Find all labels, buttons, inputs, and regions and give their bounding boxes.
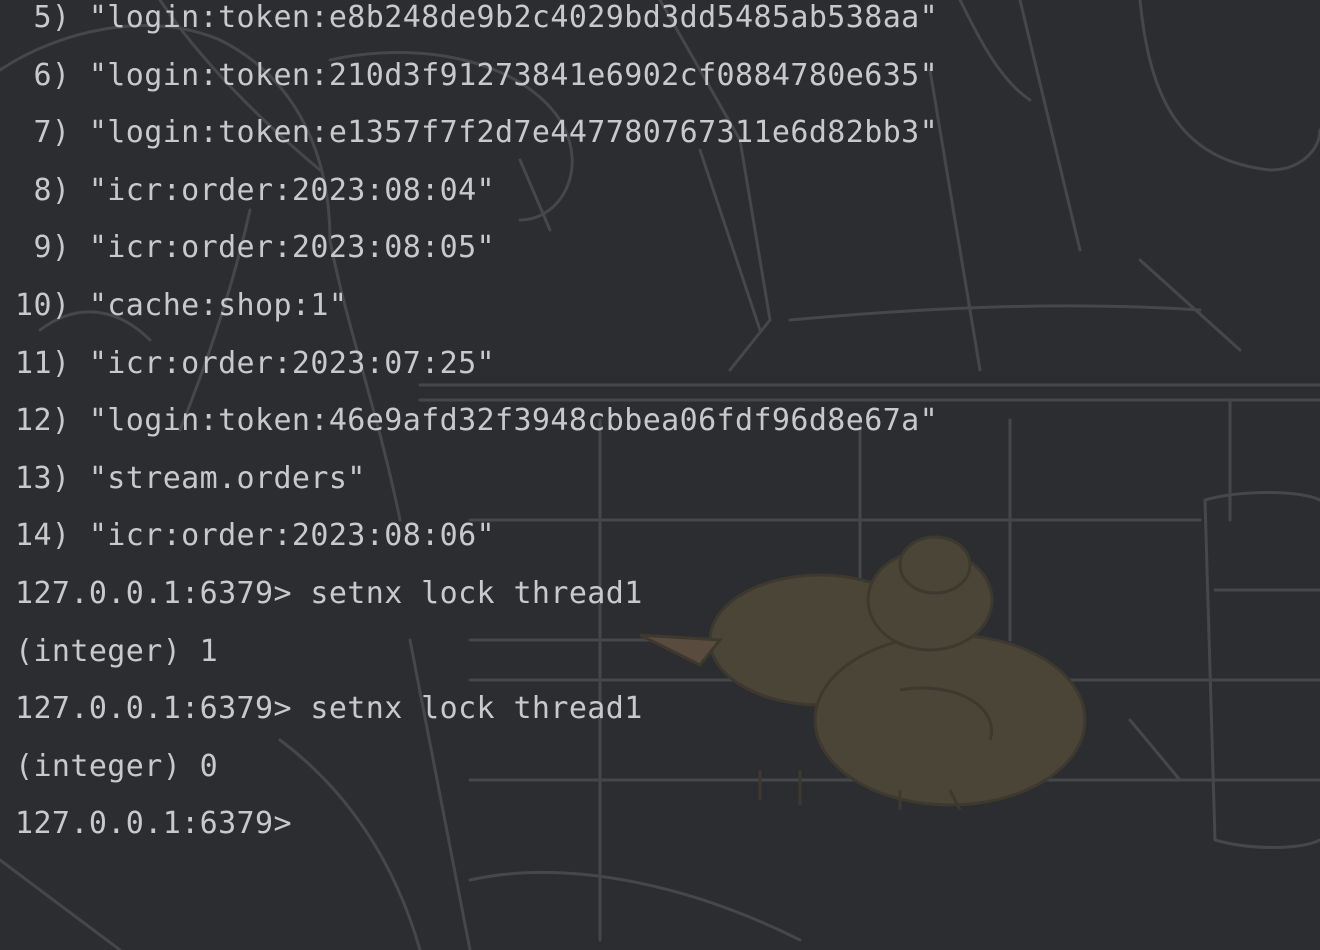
terminal-output[interactable]: 5) "login:token:e8b248de9b2c4029bd3dd548…	[15, 0, 1305, 853]
terminal-line: 5) "login:token:e8b248de9b2c4029bd3dd548…	[15, 0, 939, 35]
prompt-input-line[interactable]: 127.0.0.1:6379>	[15, 795, 1305, 853]
terminal-line: 11) "icr:order:2023:07:25"	[15, 345, 495, 381]
terminal-line: 7) "login:token:e1357f7f2d7e447780767311…	[15, 115, 939, 151]
terminal-line: 12) "login:token:46e9afd32f3948cbbea06fd…	[15, 403, 939, 439]
terminal-line: 10) "cache:shop:1"	[15, 287, 348, 323]
terminal-line: 9) "icr:order:2023:08:05"	[15, 230, 495, 266]
terminal-line: 6) "login:token:210d3f91273841e6902cf088…	[15, 57, 939, 93]
command-line: 127.0.0.1:6379> setnx lock thread1	[15, 691, 643, 727]
command-line: 127.0.0.1:6379> setnx lock thread1	[15, 575, 643, 611]
terminal-window[interactable]: 5) "login:token:e8b248de9b2c4029bd3dd548…	[0, 0, 1320, 950]
terminal-line: 8) "icr:order:2023:08:04"	[15, 172, 495, 208]
terminal-line: 13) "stream.orders"	[15, 460, 366, 496]
terminal-line: 14) "icr:order:2023:08:06"	[15, 518, 495, 554]
command-result: (integer) 1	[15, 633, 219, 669]
command-result: (integer) 0	[15, 748, 219, 784]
